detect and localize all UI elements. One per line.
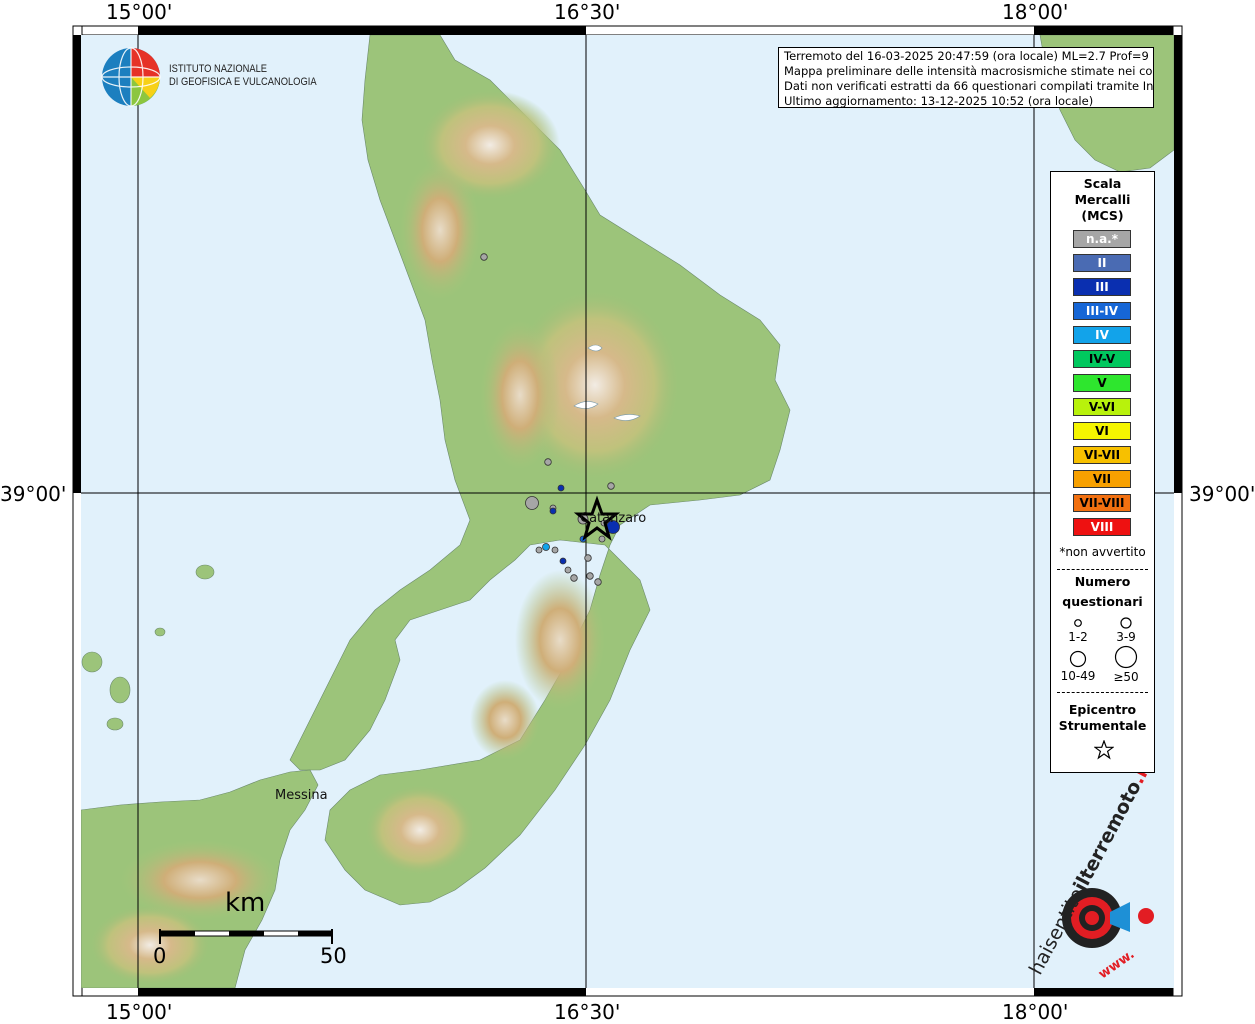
lat-label-left: 39°00' bbox=[0, 482, 67, 506]
lon-label-bottom-west: 15°00' bbox=[106, 1000, 173, 1024]
event-info-line3: Dati non verificati estratti da 66 quest… bbox=[784, 79, 1154, 93]
mercalli-legend: Scala Mercalli (MCS) n.a.* II III III-IV IV I… bbox=[1050, 171, 1155, 773]
observation-point[interactable] bbox=[557, 484, 565, 492]
lon-label-bottom-center: 16°30' bbox=[554, 1000, 621, 1024]
intensity-swatch: V-VI bbox=[1073, 398, 1131, 416]
intensity-swatch: VII bbox=[1073, 470, 1131, 488]
intensity-swatch: III-IV bbox=[1073, 302, 1131, 320]
lat-label-right: 39°00' bbox=[1189, 482, 1255, 506]
observation-point[interactable] bbox=[586, 572, 594, 580]
ingv-logo bbox=[101, 47, 161, 107]
intensity-swatch: VII-VIII bbox=[1073, 494, 1131, 512]
observation-point[interactable] bbox=[551, 546, 559, 554]
legend-divider bbox=[1057, 692, 1148, 693]
observation-point[interactable] bbox=[549, 507, 557, 515]
legend-count-title-line2: questionari bbox=[1062, 594, 1143, 609]
intensity-swatch: VIII bbox=[1073, 518, 1131, 536]
intensity-swatch: IV bbox=[1073, 326, 1131, 344]
count-class-label-4: ≥50 bbox=[1113, 670, 1139, 684]
count-class-label-1: 1-2 bbox=[1068, 630, 1088, 644]
intensity-swatch: V bbox=[1073, 374, 1131, 392]
ingv-name-line2: DI GEOFISICA E VULCANOLOGIA bbox=[169, 76, 317, 88]
scale-bar-unit: km bbox=[225, 888, 266, 918]
legend-title-line3: (MCS) bbox=[1081, 208, 1124, 223]
count-class-label-3: 10-49 bbox=[1060, 669, 1096, 683]
legend-not-felt-note: *non avvertito bbox=[1059, 545, 1146, 559]
observation-point[interactable] bbox=[598, 535, 606, 543]
observation-point[interactable] bbox=[564, 566, 572, 574]
legend-epicenter-title-line2: Strumentale bbox=[1058, 718, 1147, 733]
scale-bar-start: 0 bbox=[153, 944, 167, 968]
intensity-swatch: VI-VII bbox=[1073, 446, 1131, 464]
scale-bar-end: 50 bbox=[320, 944, 347, 968]
event-info-line1: Terremoto del 16-03-2025 20:47:59 (ora l… bbox=[784, 49, 1154, 63]
epicenter-star-icon bbox=[1094, 740, 1114, 760]
place-label-catanzaro: Catanzaro bbox=[580, 511, 647, 526]
event-info-box: Terremoto del 16-03-2025 20:47:59 (ora l… bbox=[778, 47, 1154, 108]
event-info-line4: Ultimo aggiornamento: 13-12-2025 10:52 (… bbox=[784, 94, 1094, 108]
intensity-swatch: n.a.* bbox=[1073, 230, 1131, 248]
observation-point[interactable] bbox=[594, 578, 602, 586]
event-info-line2: Mappa preliminare delle intensità macros… bbox=[784, 64, 1154, 78]
observation-point[interactable] bbox=[535, 546, 543, 554]
legend-count-title-line1: Numero bbox=[1074, 574, 1131, 589]
legend-title: Scala Mercalli (MCS) bbox=[1051, 176, 1154, 224]
lon-label-top-center: 16°30' bbox=[554, 0, 621, 24]
observation-point[interactable] bbox=[584, 554, 592, 562]
place-label-messina: Messina bbox=[275, 788, 328, 803]
legend-title-line2: Mercalli bbox=[1074, 192, 1131, 207]
legend-epicenter-title: Epicentro Strumentale bbox=[1051, 702, 1154, 734]
intensity-swatch: IV-V bbox=[1073, 350, 1131, 368]
count-class-label-2: 3-9 bbox=[1116, 630, 1136, 644]
legend-epicenter-title-line1: Epicentro bbox=[1068, 702, 1137, 717]
observation-point[interactable] bbox=[525, 496, 539, 510]
observation-point[interactable] bbox=[559, 557, 567, 565]
observation-point[interactable] bbox=[542, 543, 550, 551]
observation-point[interactable] bbox=[570, 574, 578, 582]
legend-title-line1: Scala bbox=[1083, 176, 1122, 191]
observation-point[interactable] bbox=[544, 458, 552, 466]
lon-label-bottom-east: 18°00' bbox=[1002, 1000, 1069, 1024]
intensity-swatch: II bbox=[1073, 254, 1131, 272]
observation-point[interactable] bbox=[607, 482, 615, 490]
intensity-swatch: III bbox=[1073, 278, 1131, 296]
ingv-name-line1: ISTITUTO NAZIONALE bbox=[169, 63, 268, 75]
ingv-name: ISTITUTO NAZIONALE DI GEOFISICA E VULCAN… bbox=[169, 63, 317, 89]
legend-count-title: Numero questionari bbox=[1051, 574, 1154, 610]
lon-label-top-east: 18°00' bbox=[1002, 0, 1069, 24]
observation-point[interactable] bbox=[480, 253, 488, 261]
lon-label-top-west: 15°00' bbox=[106, 0, 173, 24]
intensity-swatch: VI bbox=[1073, 422, 1131, 440]
legend-divider bbox=[1057, 569, 1148, 570]
